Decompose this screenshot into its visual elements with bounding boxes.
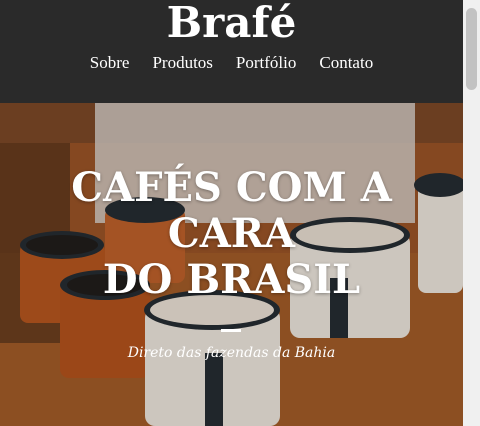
- site-header: Brafé Sobre Produtos Portfólio Contato: [0, 0, 463, 103]
- vertical-scrollbar[interactable]: [463, 0, 480, 426]
- headline-line-1: CAFÉS COM A: [71, 164, 392, 211]
- headline-line-2: CARA: [167, 210, 296, 257]
- hero-subtitle: Direto das fazendas da Bahia: [127, 345, 336, 361]
- scrollbar-thumb[interactable]: [466, 8, 477, 90]
- hero-divider: [221, 329, 241, 332]
- nav-link-contato[interactable]: Contato: [319, 52, 373, 74]
- main-nav: Sobre Produtos Portfólio Contato: [0, 52, 463, 74]
- nav-link-portfolio[interactable]: Portfólio: [236, 52, 296, 74]
- page: Brafé Sobre Produtos Portfólio Contato C…: [0, 0, 463, 426]
- hero-headline: CAFÉS COM A CARA DO BRASIL: [0, 165, 463, 303]
- nav-link-produtos[interactable]: Produtos: [152, 52, 212, 74]
- hero-banner: CAFÉS COM A CARA DO BRASIL Direto das fa…: [0, 103, 463, 426]
- nav-link-sobre[interactable]: Sobre: [90, 52, 130, 74]
- brand-logo[interactable]: Brafé: [0, 0, 463, 46]
- headline-line-3: DO BRASIL: [102, 256, 361, 303]
